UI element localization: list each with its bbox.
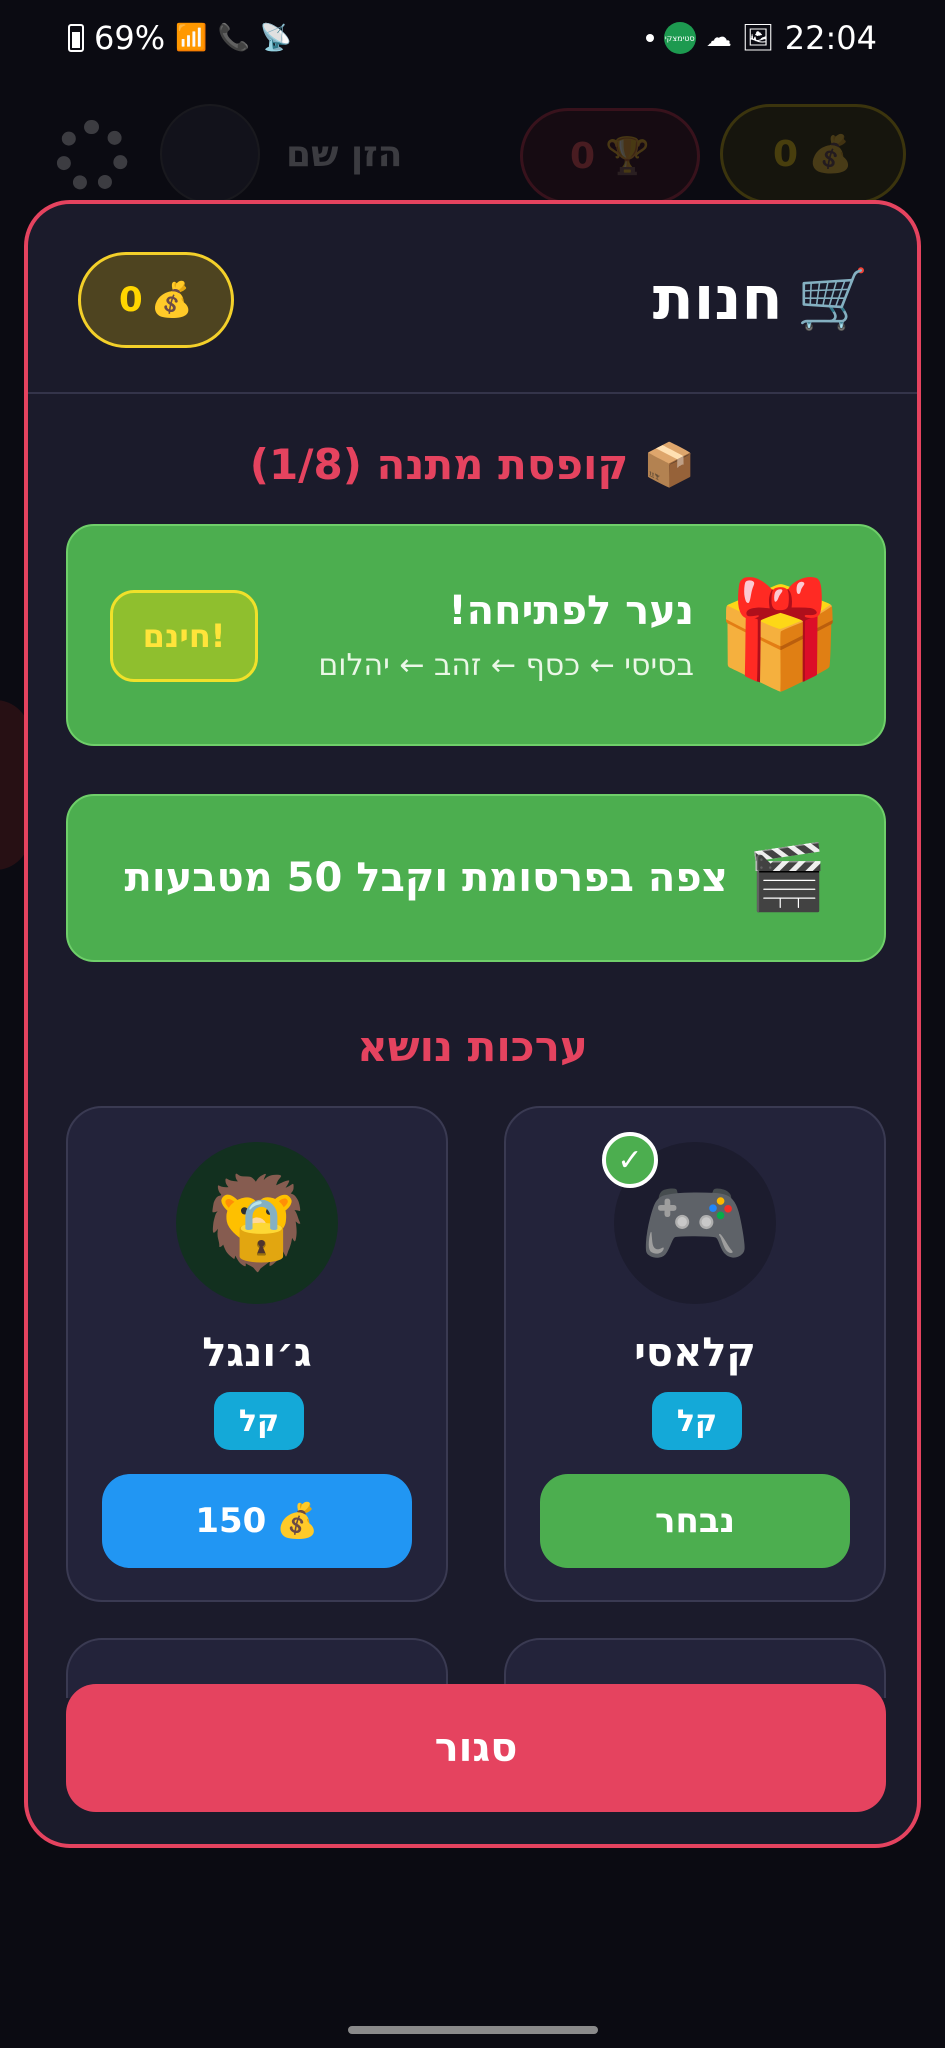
difficulty-badge: קל: [214, 1392, 304, 1450]
shop-header: 🛒 חנות 0 💰: [28, 204, 917, 394]
theme-name: ג׳ונגל: [202, 1330, 312, 1376]
shopping-cart-icon: 🛒: [796, 264, 869, 333]
battery-percent: 69%: [94, 19, 166, 57]
shop-coin-count: 0: [118, 280, 143, 320]
coin-count: 0: [773, 133, 799, 175]
player-name: הזן שם: [286, 134, 403, 175]
trophy-icon: 🏆: [605, 136, 650, 177]
status-bar: 69% 📶 📞 📡 סטימצקי ☁ 🖼 22:04: [0, 0, 945, 76]
gift-box-card[interactable]: 🎁 נער לפתיחה! בסיסי ← כסף ← זהב ← יהלום …: [66, 524, 886, 746]
coin-counter: 0 💰: [720, 104, 906, 204]
settings-gear-icon: [56, 120, 128, 192]
gift-icon: 🎁: [714, 573, 845, 695]
shop-modal: 🛒 חנות 0 💰 📦 קופסת מתנה (1/8) 🎁 נער לפתי…: [24, 200, 921, 1848]
notification-dot-icon: [645, 34, 654, 42]
close-button[interactable]: סגור: [66, 1684, 886, 1812]
wifi-calling-icon: 📞: [217, 23, 250, 53]
theme-card-classic[interactable]: 🎮 ✓ קלאסי קל נבחר: [504, 1106, 886, 1602]
buy-theme-button[interactable]: 150 💰: [102, 1474, 412, 1568]
app-badge-icon: סטימצקי: [663, 22, 696, 54]
money-bag-icon: 💰: [276, 1501, 319, 1541]
shop-coin-balance: 0 💰: [78, 252, 234, 348]
price-label: 150: [195, 1501, 267, 1541]
avatar: [160, 104, 260, 204]
themes-section-title: ערכות נושא: [357, 1022, 588, 1071]
shop-title: 🛒 חנות: [653, 264, 869, 334]
money-bag-icon: 💰: [808, 134, 853, 175]
status-right: סטימצקי ☁ 🖼 22:04: [645, 19, 877, 57]
difficulty-badge: קל: [652, 1392, 742, 1450]
watch-ad-label: צפה בפרסומת וקבל 50 מטבעות: [124, 855, 728, 901]
theme-name: קלאסי: [634, 1330, 756, 1376]
image-icon: 🖼: [741, 23, 775, 53]
money-bag-icon: 💰: [150, 280, 193, 320]
selected-button[interactable]: נבחר: [540, 1474, 850, 1568]
gift-section-title: 📦 קופסת מתנה (1/8): [249, 440, 696, 489]
clapperboard-icon: 🎬: [747, 841, 828, 915]
theme-card-jungle[interactable]: 🦁 🔒 ג׳ונגל קל 150 💰: [66, 1106, 448, 1602]
home-indicator[interactable]: [348, 2026, 598, 2034]
trophy-count: 0: [570, 135, 596, 177]
free-gift-button[interactable]: חינם!: [110, 590, 258, 682]
shop-title-text: חנות: [652, 264, 783, 334]
trophy-counter: 0 🏆: [520, 108, 700, 204]
cloud-icon: ☁: [705, 23, 732, 53]
check-icon: ✓: [602, 1132, 658, 1188]
signal-icon: 📶: [175, 23, 208, 53]
gift-title: נער לפתיחה!: [448, 588, 694, 634]
background-header: הזן שם 0 🏆 0 💰: [0, 96, 945, 216]
clock: 22:04: [784, 19, 877, 57]
battery-icon: [68, 24, 84, 52]
gift-subtitle: בסיסי ← כסף ← זהב ← יהלום: [318, 648, 694, 683]
lock-icon: 🔒: [224, 1195, 299, 1265]
wifi-icon: 📡: [259, 23, 293, 53]
watch-ad-button[interactable]: 🎬 צפה בפרסומת וקבל 50 מטבעות: [66, 794, 886, 962]
status-left: 69% 📶 📞 📡: [68, 19, 292, 57]
